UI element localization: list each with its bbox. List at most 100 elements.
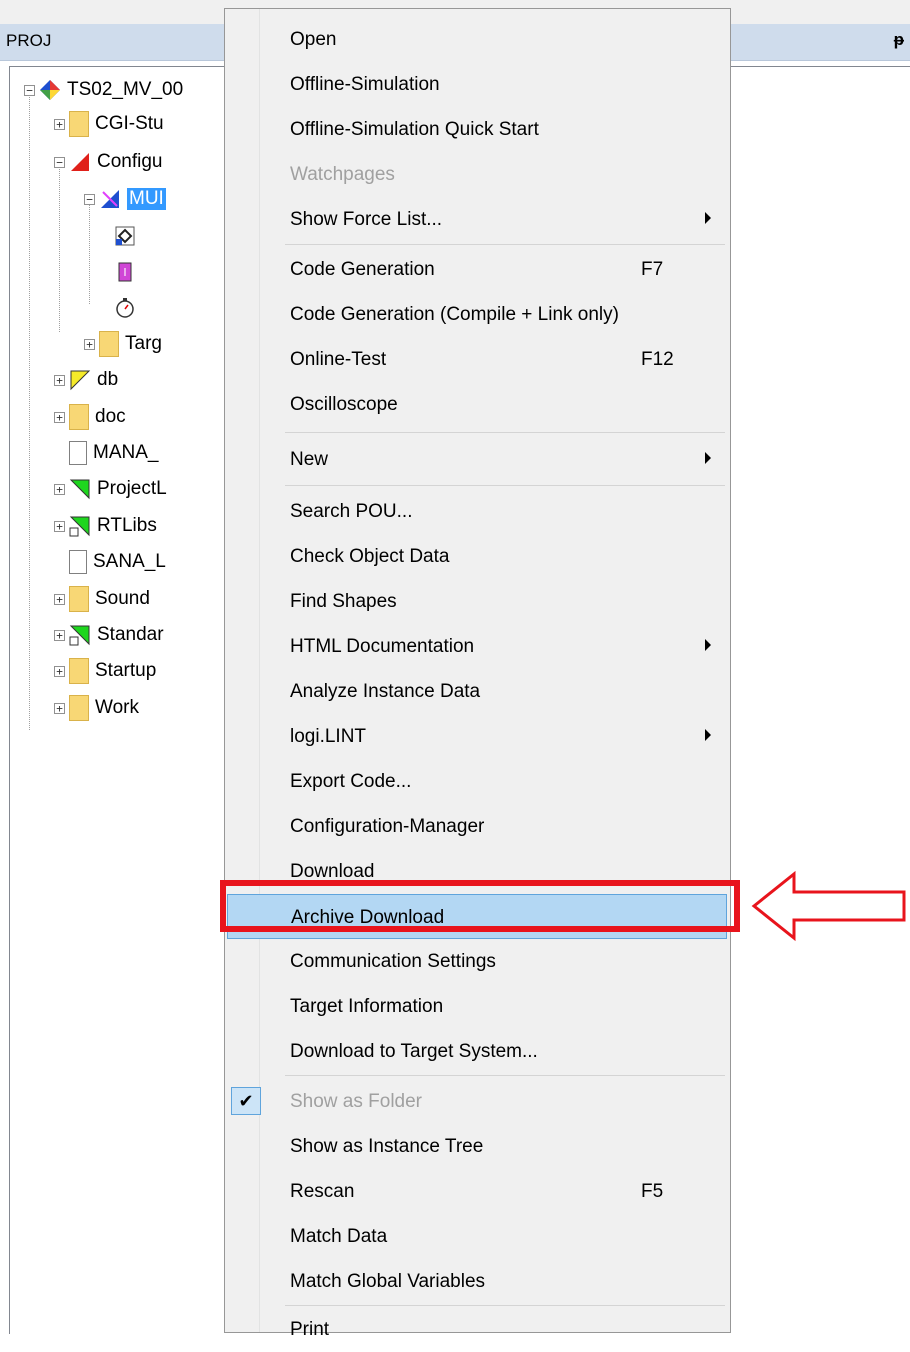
menu-item-show-as-folder[interactable]: ✔ Show as Folder (227, 1079, 727, 1124)
resource-blue-icon (99, 188, 121, 210)
green-triangle-icon (69, 478, 91, 500)
tree-item-cgi[interactable]: + CGI-Stu (54, 107, 164, 141)
folder-icon (69, 404, 89, 430)
tree-item-db[interactable]: + db (54, 363, 118, 397)
menu-item-search-pou[interactable]: Search POU... (227, 489, 727, 534)
menu-item-watchpages[interactable]: Watchpages (227, 152, 727, 197)
gear-target-icon (114, 225, 136, 247)
menu-item-export-code[interactable]: Export Code... (227, 759, 727, 804)
menu-item-label: Code Generation (290, 259, 435, 280)
menu-item-label: Offline-Simulation (290, 74, 440, 95)
tree-item-label: ProjectL (97, 478, 167, 499)
menu-item-label: Rescan (290, 1181, 355, 1202)
menu-item-download[interactable]: Download (227, 849, 727, 894)
tree-item-gear[interactable] (114, 219, 142, 253)
menu-item-label: Show Force List... (290, 209, 443, 230)
menu-shortcut: F12 (641, 349, 674, 370)
tree-item-work[interactable]: + Work (54, 691, 139, 725)
tree-item-startup[interactable]: + Startup (54, 654, 156, 688)
menu-item-label: New (290, 449, 329, 470)
menu-separator (285, 244, 725, 245)
menu-item-show-force-list[interactable]: Show Force List... (227, 197, 727, 242)
callout-arrow-icon (751, 870, 906, 942)
folder-icon (69, 658, 89, 684)
menu-separator (285, 1075, 725, 1076)
submenu-arrow-icon (705, 729, 711, 741)
green-triangle-link-icon (69, 515, 91, 537)
collapse-icon[interactable]: − (54, 156, 65, 168)
menu-item-open[interactable]: Open (227, 17, 727, 62)
menu-item-label: HTML Documentation (290, 636, 475, 657)
menu-item-archive-download[interactable]: Archive Download (227, 894, 727, 939)
menu-item-new[interactable]: New (227, 437, 727, 482)
menu-item-logi-lint[interactable]: logi.LINT (227, 714, 727, 759)
expand-icon[interactable]: + (54, 520, 65, 532)
configuration-red-triangle-icon (69, 151, 91, 173)
tree-item-standard[interactable]: + Standar (54, 618, 164, 652)
expand-icon[interactable]: + (54, 702, 65, 714)
tree-item-label: TS02_MV_00 (67, 79, 184, 100)
expand-icon[interactable]: + (54, 374, 65, 386)
tree-item-configuration[interactable]: − Configu (54, 145, 163, 179)
context-menu: Open Offline-Simulation Offline-Simulati… (224, 8, 731, 1340)
menu-item-offline-simulation[interactable]: Offline-Simulation (227, 62, 727, 107)
task-chip-icon: I (114, 261, 136, 283)
menu-item-show-as-instance-tree[interactable]: Show as Instance Tree (227, 1124, 727, 1169)
menu-separator (285, 432, 725, 433)
tree-item-target[interactable]: + Targ (84, 327, 162, 361)
pin-icon[interactable]: ᵽ (894, 30, 904, 50)
menu-item-rescan[interactable]: Rescan F5 (227, 1169, 727, 1214)
tree-item-sound[interactable]: + Sound (54, 582, 150, 616)
collapse-icon[interactable]: − (84, 193, 95, 205)
menu-item-offline-simulation-quick-start[interactable]: Offline-Simulation Quick Start (227, 107, 727, 152)
menu-item-configuration-manager[interactable]: Configuration-Manager (227, 804, 727, 849)
tree-item-rtlibs[interactable]: + RTLibs (54, 509, 157, 543)
submenu-arrow-icon (705, 452, 711, 464)
expand-icon[interactable]: + (54, 593, 65, 605)
menu-item-label: logi.LINT (290, 726, 367, 747)
menu-item-download-to-target-system[interactable]: Download to Target System... (227, 1029, 727, 1074)
tree-item-label: Work (95, 697, 139, 718)
tree-item-projectlib[interactable]: + ProjectL (54, 472, 167, 506)
menu-item-label: Configuration-Manager (290, 816, 485, 837)
expand-icon[interactable]: + (54, 411, 65, 423)
tree-item-task[interactable]: I (114, 255, 142, 289)
tree-item-sana[interactable]: SANA_L (54, 545, 166, 579)
menu-item-online-test[interactable]: Online-Test F12 (227, 337, 727, 382)
submenu-arrow-icon (705, 639, 711, 651)
menu-item-label: Search POU... (290, 501, 413, 522)
menu-item-code-generation[interactable]: Code Generation F7 (227, 247, 727, 292)
collapse-icon[interactable]: − (24, 84, 35, 96)
expand-icon[interactable]: + (54, 665, 65, 677)
menu-item-communication-settings[interactable]: Communication Settings (227, 939, 727, 984)
tree-item-doc[interactable]: + doc (54, 400, 126, 434)
menu-item-label: Analyze Instance Data (290, 681, 481, 702)
green-triangle-link-icon (69, 624, 91, 646)
menu-item-find-shapes[interactable]: Find Shapes (227, 579, 727, 624)
menu-item-code-generation-compile-link[interactable]: Code Generation (Compile + Link only) (227, 292, 727, 337)
expand-icon[interactable]: + (84, 338, 95, 350)
menu-item-label: Open (290, 29, 337, 50)
menu-item-print[interactable]: Print (227, 1307, 727, 1352)
menu-item-oscilloscope[interactable]: Oscilloscope (227, 382, 727, 427)
menu-item-match-global-variables[interactable]: Match Global Variables (227, 1259, 727, 1304)
menu-item-analyze-instance-data[interactable]: Analyze Instance Data (227, 669, 727, 714)
checkmark-icon: ✔ (231, 1087, 261, 1115)
menu-item-label: Check Object Data (290, 546, 450, 567)
menu-item-check-object-data[interactable]: Check Object Data (227, 534, 727, 579)
expand-icon[interactable]: + (54, 629, 65, 641)
menu-item-target-information[interactable]: Target Information (227, 984, 727, 1029)
tree-item-label: MANA_ (93, 442, 159, 463)
tree-item-root[interactable]: − TS02_MV_00 (24, 73, 183, 107)
tree-item-resource[interactable]: − MUI (84, 182, 166, 216)
expand-icon[interactable]: + (54, 483, 65, 495)
menu-item-html-documentation[interactable]: HTML Documentation (227, 624, 727, 669)
stopwatch-icon (114, 297, 136, 319)
menu-item-label: Match Data (290, 1226, 388, 1247)
menu-item-label: Print (290, 1319, 330, 1340)
tree-item-label: MUI (127, 188, 166, 210)
expand-icon[interactable]: + (54, 118, 65, 130)
tree-item-stopwatch[interactable] (114, 291, 142, 325)
menu-item-match-data[interactable]: Match Data (227, 1214, 727, 1259)
tree-item-mana[interactable]: MANA_ (54, 436, 158, 470)
